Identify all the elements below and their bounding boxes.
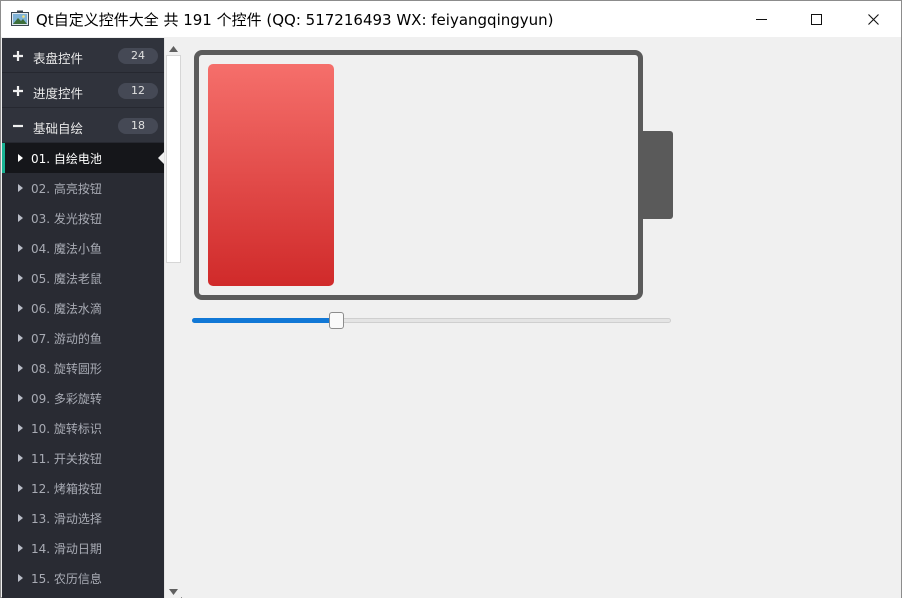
nav-item-label: 07. 游动的鱼: [31, 332, 102, 346]
caret-right-icon: [18, 274, 23, 282]
nav-item[interactable]: 04. 魔法小鱼: [2, 233, 164, 263]
nav-item[interactable]: 09. 多彩旋转: [2, 383, 164, 413]
nav-item[interactable]: 03. 发光按钮: [2, 203, 164, 233]
triangle-down-icon: [169, 580, 178, 599]
minimize-button[interactable]: [732, 1, 790, 37]
caret-right-icon: [18, 394, 23, 402]
caret-right-icon: [18, 244, 23, 252]
close-button[interactable]: [844, 1, 902, 37]
nav-item[interactable]: 05. 魔法老鼠: [2, 263, 164, 293]
nav-item-label: 01. 自绘电池: [31, 152, 102, 166]
slider-handle[interactable]: [329, 312, 344, 329]
battery-level-slider[interactable]: [192, 312, 672, 333]
count-badge: 18: [118, 118, 158, 134]
window-title: Qt自定义控件大全 共 191 个控件 (QQ: 517216493 WX: f…: [36, 11, 554, 29]
nav-item[interactable]: 13. 滑动选择: [2, 503, 164, 533]
nav-item[interactable]: 06. 魔法水滴: [2, 293, 164, 323]
content-area: [182, 38, 901, 598]
nav-item-battery[interactable]: 01. 自绘电池: [2, 143, 164, 173]
nav-item[interactable]: 14. 滑动日期: [2, 533, 164, 563]
nav-group-label: 基础自绘: [33, 121, 84, 136]
caret-right-icon: [18, 184, 23, 192]
caret-right-icon: [18, 484, 23, 492]
nav-item-label: 12. 烤箱按钮: [31, 482, 102, 496]
caret-right-icon: [18, 334, 23, 342]
battery-terminal: [639, 131, 673, 219]
count-badge: 24: [118, 48, 158, 64]
title-bar[interactable]: Qt自定义控件大全 共 191 个控件 (QQ: 517216493 WX: f…: [1, 1, 901, 37]
maximize-button[interactable]: [787, 1, 845, 37]
minimize-icon: [755, 14, 767, 25]
app-window: Qt自定义控件大全 共 191 个控件 (QQ: 517216493 WX: f…: [0, 0, 902, 598]
expand-plus-icon: [11, 48, 25, 62]
caret-right-icon: [18, 424, 23, 432]
navigation-sidebar: 表盘控件 24 进度控件 12 基础自绘 18 01. 自绘电池 02. 高亮按…: [2, 38, 164, 598]
nav-item-label: 09. 多彩旋转: [31, 392, 102, 406]
active-indicator: [2, 143, 5, 173]
nav-item-label: 08. 旋转圆形: [31, 362, 102, 376]
nav-item-label: 03. 发光按钮: [31, 212, 102, 226]
nav-item-label: 15. 农历信息: [31, 572, 102, 586]
nav-group-progress[interactable]: 进度控件 12: [2, 73, 164, 108]
scroll-thumb[interactable]: [166, 55, 181, 263]
nav-item-label: 14. 滑动日期: [31, 542, 102, 556]
close-icon: [867, 13, 879, 25]
nav-item[interactable]: 07. 游动的鱼: [2, 323, 164, 353]
sidebar-scrollbar[interactable]: [164, 38, 181, 598]
caret-right-icon: [18, 214, 23, 222]
battery-body: [194, 50, 643, 300]
battery-level-fill: [208, 64, 334, 286]
nav-group-label: 进度控件: [33, 86, 84, 101]
nav-group-label: 表盘控件: [33, 51, 84, 66]
app-image-icon: [11, 10, 29, 27]
nav-item-label: 05. 魔法老鼠: [31, 272, 102, 286]
caret-right-icon: [18, 544, 23, 552]
nav-group-dial[interactable]: 表盘控件 24: [2, 38, 164, 73]
slider-fill: [192, 318, 336, 323]
caret-right-icon: [18, 304, 23, 312]
nav-item-label: 02. 高亮按钮: [31, 182, 102, 196]
nav-item[interactable]: 02. 高亮按钮: [2, 173, 164, 203]
nav-item-label: 06. 魔法水滴: [31, 302, 102, 316]
nav-group-basic-draw[interactable]: 基础自绘 18: [2, 108, 164, 143]
nav-item-label: 11. 开关按钮: [31, 452, 102, 466]
nav-item[interactable]: 08. 旋转圆形: [2, 353, 164, 383]
collapse-minus-icon: [11, 118, 25, 132]
nav-item[interactable]: 12. 烤箱按钮: [2, 473, 164, 503]
scroll-up-button[interactable]: [165, 38, 182, 55]
caret-right-icon: [18, 514, 23, 522]
count-badge: 12: [118, 83, 158, 99]
nav-item-label: 04. 魔法小鱼: [31, 242, 102, 256]
caret-right-icon: [18, 364, 23, 372]
nav-item[interactable]: 10. 旋转标识: [2, 413, 164, 443]
maximize-icon: [810, 13, 822, 25]
nav-item-label: 13. 滑动选择: [31, 512, 102, 526]
triangle-up-icon: [169, 37, 178, 56]
caret-right-icon: [18, 154, 23, 162]
caret-right-icon: [18, 574, 23, 582]
scroll-down-button[interactable]: [165, 581, 182, 598]
nav-item-label: 10. 旋转标识: [31, 422, 102, 436]
nav-item[interactable]: 11. 开关按钮: [2, 443, 164, 473]
caret-right-icon: [18, 454, 23, 462]
nav-item[interactable]: 15. 农历信息: [2, 563, 164, 593]
expand-plus-icon: [11, 83, 25, 97]
